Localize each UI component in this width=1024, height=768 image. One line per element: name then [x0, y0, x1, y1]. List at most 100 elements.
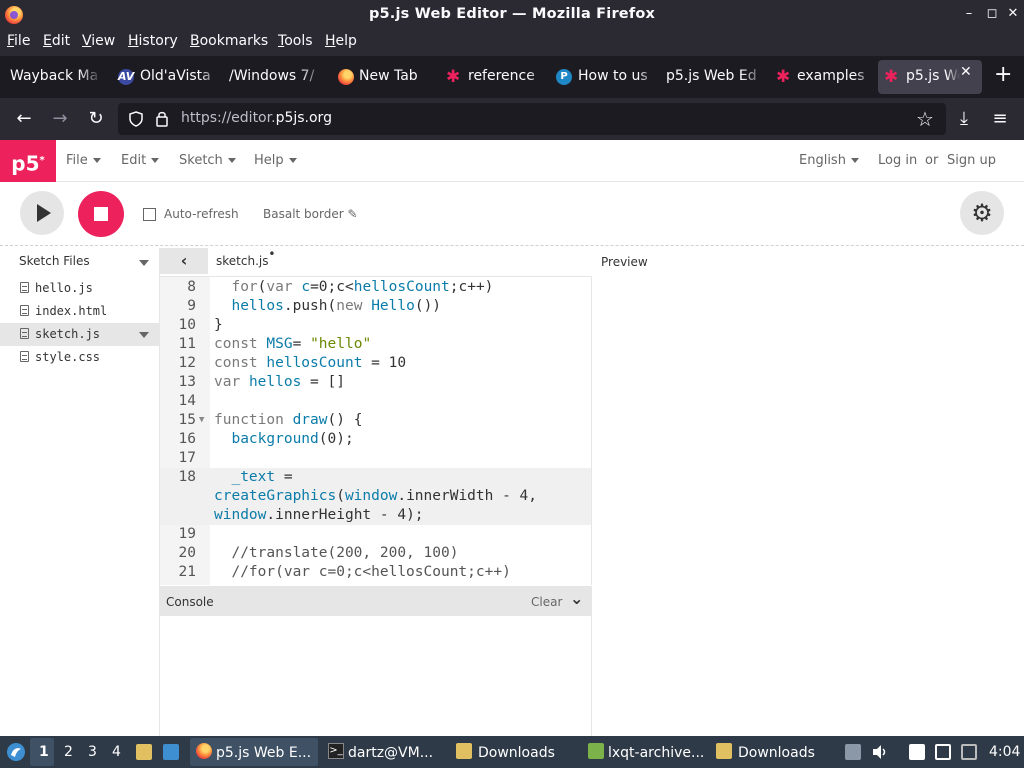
- p5-logo[interactable]: p5*: [0, 140, 56, 182]
- tab-wayback[interactable]: Wayback Ma: [0, 60, 108, 94]
- tab-p5-editor[interactable]: p5.js Web Ed: [662, 60, 768, 94]
- p5-menu-help[interactable]: Help: [254, 153, 297, 168]
- file-icon: [20, 328, 29, 339]
- code-line[interactable]: 10}: [160, 316, 591, 335]
- code-line[interactable]: 20 //translate(200, 200, 100): [160, 544, 591, 563]
- code-line-wrapped[interactable]: window.innerHeight - 4);: [160, 506, 591, 525]
- code-editor[interactable]: 8 for(var c=0;c<hellosCount;c++) 9 hello…: [160, 276, 592, 585]
- line-number: 15: [178, 412, 196, 428]
- show-desktop-icon[interactable]: [163, 744, 179, 760]
- menu-history[interactable]: History: [128, 33, 178, 49]
- line-number: 20: [178, 545, 196, 561]
- p5-menu-sketch[interactable]: Sketch: [179, 153, 236, 168]
- code-line[interactable]: 12 const hellosCount = 10: [160, 354, 591, 373]
- menu-bookmarks[interactable]: Bookmarks: [190, 33, 268, 49]
- minimize-button[interactable]: –: [960, 5, 978, 23]
- taskbar-window-firefox[interactable]: p5.js Web E...: [190, 738, 318, 766]
- code-line[interactable]: 9 hellos.push(new Hello()): [160, 297, 591, 316]
- file-item-sketch-js[interactable]: sketch.js: [0, 323, 160, 346]
- code-line[interactable]: 13 var hellos = []: [160, 373, 591, 392]
- url-bar[interactable]: https://editor.p5js.org: [118, 103, 946, 135]
- workspace-3-button[interactable]: 3: [88, 744, 97, 760]
- network-icon[interactable]: [961, 744, 977, 760]
- auto-refresh-label[interactable]: Auto-refresh: [164, 207, 239, 221]
- menu-help[interactable]: Help: [325, 33, 357, 49]
- lock-screen-icon[interactable]: [845, 744, 861, 760]
- tab-windows7[interactable]: /Windows 7/: [224, 60, 328, 94]
- line-number: 21: [178, 564, 196, 580]
- reload-icon[interactable]: ↻: [84, 107, 108, 131]
- bookmark-star-icon[interactable]: ☆: [913, 107, 937, 131]
- close-window-button[interactable]: ✕: [1004, 5, 1022, 23]
- tab-examples[interactable]: ✱ examples: [772, 60, 874, 94]
- code-line[interactable]: 19: [160, 525, 591, 544]
- console-clear-button[interactable]: Clear: [531, 595, 562, 609]
- tab-reference[interactable]: ✱ reference: [442, 60, 548, 94]
- file-options-icon[interactable]: [139, 332, 149, 338]
- close-tab-icon[interactable]: ✕: [960, 64, 972, 80]
- taskbar-window-archiver[interactable]: lxqt-archive...: [582, 738, 708, 766]
- code-line[interactable]: 17: [160, 449, 591, 468]
- file-item-index-html[interactable]: index.html: [0, 300, 160, 323]
- code-line[interactable]: 8 for(var c=0;c<hellosCount;c++): [160, 278, 591, 297]
- clock[interactable]: 4:04: [989, 744, 1020, 760]
- fold-arrow-icon[interactable]: ▼: [199, 411, 204, 430]
- volume-icon[interactable]: [871, 744, 889, 760]
- sidebar-options-icon[interactable]: [139, 260, 149, 266]
- code-line[interactable]: 16 background(0);: [160, 430, 591, 449]
- code-line[interactable]: 11 const MSG= "hello": [160, 335, 591, 354]
- language-dropdown[interactable]: English: [799, 153, 859, 168]
- sketch-name[interactable]: Basalt border ✎: [263, 207, 358, 221]
- keyboard-icon[interactable]: [935, 744, 951, 760]
- tab-new-tab[interactable]: New Tab: [332, 60, 438, 94]
- collapse-sidebar-icon[interactable]: ‹: [160, 248, 208, 274]
- workspace-4-button[interactable]: 4: [112, 744, 121, 760]
- taskbar-window-downloads[interactable]: Downloads: [450, 738, 578, 766]
- tab-oldavista[interactable]: AV Old'aVista: [112, 60, 220, 94]
- file-icon: [20, 305, 29, 316]
- downloads-icon[interactable]: ⤓: [952, 107, 976, 131]
- code-line-wrapped[interactable]: createGraphics(window.innerWidth - 4,: [160, 487, 591, 506]
- lock-icon[interactable]: [155, 110, 169, 127]
- workspace-1-button[interactable]: 1: [30, 738, 54, 766]
- login-link[interactable]: Log in: [878, 153, 917, 168]
- stop-button[interactable]: [78, 191, 124, 237]
- tab-label: p5.js Web Ed: [666, 68, 757, 84]
- settings-gear-button[interactable]: ⚙: [960, 191, 1004, 235]
- clipboard-icon[interactable]: [909, 744, 925, 760]
- pencil-icon[interactable]: ✎: [348, 207, 358, 221]
- code-line[interactable]: 15 ▼ function draw() {: [160, 411, 591, 430]
- file-manager-icon[interactable]: [136, 744, 152, 760]
- code-line[interactable]: 18 _text =: [160, 468, 591, 487]
- forward-icon[interactable]: →: [48, 107, 72, 131]
- menu-edit[interactable]: Edit: [43, 33, 70, 49]
- menu-tools[interactable]: Tools: [278, 33, 313, 49]
- code-line[interactable]: 21 //for(var c=0;c<hellosCount;c++): [160, 563, 591, 582]
- app-menu-icon[interactable]: ≡: [988, 107, 1012, 131]
- tab-how-to[interactable]: P How to us: [552, 60, 658, 94]
- workspace-2-button[interactable]: 2: [64, 744, 73, 760]
- file-item-style-css[interactable]: style.css: [0, 346, 160, 369]
- p5-menu-edit[interactable]: Edit: [121, 153, 160, 168]
- back-icon[interactable]: ←: [12, 107, 36, 131]
- auto-refresh-checkbox[interactable]: [143, 208, 156, 221]
- chevron-down-icon[interactable]: ⌄: [570, 589, 583, 608]
- taskbar-window-downloads-2[interactable]: Downloads: [712, 738, 832, 766]
- url-prefix: https://editor.: [181, 110, 276, 126]
- new-tab-button[interactable]: +: [994, 62, 1012, 87]
- firefox-icon: [338, 69, 354, 85]
- menu-file[interactable]: File: [7, 33, 30, 49]
- archive-icon: [588, 743, 604, 759]
- console-output[interactable]: [160, 616, 592, 736]
- start-menu-icon[interactable]: [6, 742, 26, 762]
- play-button[interactable]: [20, 191, 64, 235]
- menu-view[interactable]: View: [82, 33, 115, 49]
- file-item-hello-js[interactable]: hello.js: [0, 277, 160, 300]
- taskbar-window-terminal[interactable]: >_ dartz@VM...: [322, 738, 446, 766]
- p5-menu-file[interactable]: File: [66, 153, 101, 168]
- url-text[interactable]: https://editor.p5js.org: [181, 110, 332, 126]
- shield-icon[interactable]: [128, 111, 144, 127]
- maximize-button[interactable]: ◻: [983, 5, 1001, 23]
- signup-link[interactable]: Sign up: [947, 153, 996, 168]
- code-line[interactable]: 14: [160, 392, 591, 411]
